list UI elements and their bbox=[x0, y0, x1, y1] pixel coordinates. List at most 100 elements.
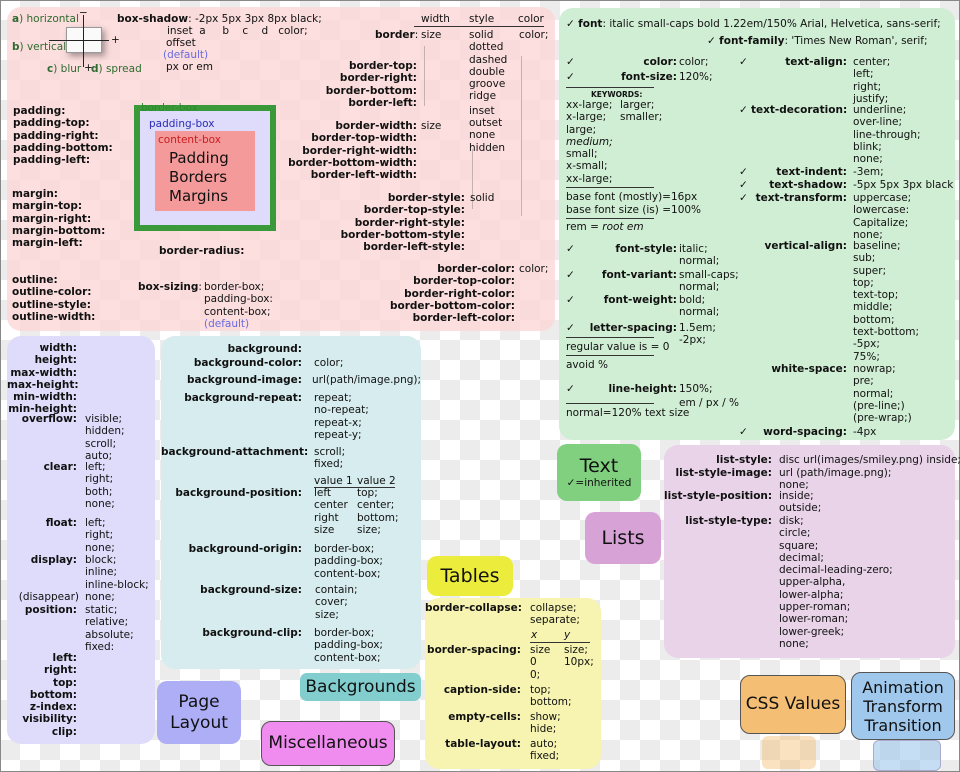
rule-4 bbox=[566, 337, 654, 338]
background-clip-label: background-clip: bbox=[202, 627, 302, 639]
background-origin-values: border-box; padding-box; content-box; bbox=[314, 543, 383, 580]
background-repeat-values: repeat; no-repeat; repeat-x; repeat-y; bbox=[314, 392, 369, 441]
text-category-tag[interactable]: Text ✓=inherited bbox=[557, 444, 641, 501]
text-transform-label: text-transform: bbox=[755, 192, 847, 204]
lists-category-tag[interactable]: Lists bbox=[585, 512, 661, 564]
caption-side-label: caption-side: bbox=[443, 684, 521, 696]
white-space-values: nowrap; pre; normal; (pre-line;) (pre-wrap;) bbox=[853, 363, 912, 425]
clear-values: left; right; both; none; bbox=[85, 461, 115, 510]
color-label: color: bbox=[643, 56, 677, 68]
color-value: color; bbox=[679, 56, 709, 68]
background-attachment-label: background-attachment: bbox=[161, 446, 308, 458]
letter-spacing-check: ✓ bbox=[566, 322, 575, 334]
rule-5 bbox=[566, 355, 654, 356]
border-spacing-label: border-spacing: bbox=[427, 644, 521, 656]
label-horizontal: a) horizontal bbox=[12, 13, 79, 25]
box-shadow-legend: inset a b c d color; bbox=[167, 25, 308, 37]
color-check: ✓ bbox=[566, 56, 575, 68]
background-origin-label: background-origin: bbox=[188, 543, 302, 555]
text-shadow-value: -5px 5px 3px black bbox=[853, 179, 954, 191]
line-height-note: normal=120% text size bbox=[566, 407, 690, 419]
letter-spacing-label: letter-spacing: bbox=[589, 322, 677, 334]
list-style-position-values: inside; outside; bbox=[779, 490, 822, 515]
overflow-label: overflow: bbox=[21, 413, 77, 425]
border-width-size: size bbox=[421, 120, 442, 132]
border-spacing-y-values: size; 10px; bbox=[564, 644, 594, 669]
box-model-diagram: border-box padding-box content-box Paddi… bbox=[134, 102, 276, 231]
border-collapse-label: border-collapse: bbox=[425, 602, 522, 614]
line-height-label: line-height: bbox=[608, 383, 677, 395]
font-size-check: ✓ bbox=[566, 71, 575, 83]
text-transform-values: uppercase; lowercase: Capitalize; none; bbox=[853, 192, 912, 241]
content-text: Padding Borders Margins bbox=[169, 149, 229, 205]
backgrounds-category-tag[interactable]: Backgrounds bbox=[300, 673, 421, 701]
font-variant-check: ✓ bbox=[566, 269, 575, 281]
white-space-label: white-space: bbox=[771, 363, 847, 375]
border-box-label: border-box bbox=[141, 102, 198, 114]
rule-2 bbox=[566, 187, 654, 188]
border-spacing-x-values: size 0 0; bbox=[530, 644, 551, 681]
float-values: left; right; none; bbox=[85, 517, 115, 554]
position-label: position: bbox=[24, 604, 77, 616]
bg-position-header-2: value 2 bbox=[357, 475, 396, 487]
background-image-label: background-image: bbox=[186, 374, 302, 386]
empty-cells-values: show; hide; bbox=[530, 711, 561, 736]
empty-cells-label: empty-cells: bbox=[448, 711, 521, 723]
line-height-values: 150%; em / px / % bbox=[679, 383, 739, 410]
text-decoration-values: underline; over-line; line-through; blink; n… bbox=[853, 104, 921, 166]
list-style-type-values: disk; circle; square; decimal; decimal-leadi… bbox=[779, 515, 893, 650]
border-spacing-x-header: x bbox=[531, 629, 538, 641]
css-values-category-tag[interactable]: CSS Values bbox=[740, 675, 846, 734]
clear-label: clear: bbox=[43, 461, 77, 473]
animation-category-tag[interactable]: Animation Transform Transition bbox=[851, 672, 955, 740]
font-variant-label: font-variant: bbox=[601, 269, 677, 281]
border-row: border: bbox=[375, 29, 419, 41]
position-values: static; relative; absolute; fixed: bbox=[85, 604, 134, 653]
base-font-mostly: base font (mostly)=16px bbox=[566, 191, 698, 203]
plus-right: + bbox=[111, 34, 120, 46]
box-sizing-row: box-sizing: bbox=[138, 281, 202, 293]
letter-spacing-values: 1.5em; -2px; bbox=[679, 322, 716, 347]
list-style-value: disc url(images/smiley.png) inside; bbox=[779, 454, 960, 466]
border-radius-row: border-radius: bbox=[159, 245, 245, 257]
border-spacing-rule bbox=[530, 642, 590, 643]
text-indent-check: ✓ bbox=[739, 166, 748, 178]
horizontal-axis-arrow bbox=[49, 40, 109, 41]
border-header-color: color bbox=[518, 13, 544, 25]
label-blur: c) blur bbox=[47, 63, 82, 75]
bg-position-col1: left center right size bbox=[314, 487, 348, 536]
disappear-value: none; bbox=[85, 591, 115, 603]
text-align-values: center; left; right; justify; bbox=[853, 56, 891, 105]
page-layout-category-tag[interactable]: Page Layout bbox=[157, 681, 241, 744]
border-header-rule bbox=[414, 26, 544, 27]
list-style-image-values: url (path/image.png); none; bbox=[779, 467, 892, 492]
miscellaneous-category-tag[interactable]: Miscellaneous bbox=[261, 721, 395, 766]
list-style-label: list-style: bbox=[716, 454, 772, 466]
text-transform-check: ✓ bbox=[739, 192, 748, 204]
border-color-value: color; bbox=[519, 29, 549, 41]
tables-category-tag[interactable]: Tables bbox=[427, 556, 513, 596]
list-style-position-label: list-style-position: bbox=[664, 490, 773, 502]
label-spread: d) spread bbox=[91, 63, 142, 75]
offset-properties: left: right: top: bottom: z-index: visibility… bbox=[22, 652, 77, 738]
border-color-properties: border-color: border-top-color: border-r… bbox=[390, 263, 515, 325]
background-clip-values: border-box; padding-box; content-box; bbox=[314, 627, 383, 664]
border-spacing-y-header: y bbox=[564, 629, 571, 641]
border-color-color: color; bbox=[519, 263, 549, 275]
box-shadow-default: (default) bbox=[163, 49, 209, 61]
font-style-values: italic; normal; bbox=[679, 243, 720, 268]
font-size-keywords: xx-large; larger; x-large; smaller; large;… bbox=[566, 99, 663, 185]
background-position-label: background-position: bbox=[175, 487, 302, 499]
font-variant-values: small-caps; normal; bbox=[679, 269, 739, 294]
content-box-label: content-box bbox=[158, 134, 221, 146]
border-collapse-values: collapse; separate; bbox=[530, 602, 580, 627]
box-sizing-values: border-box; padding-box: content-box; (d… bbox=[204, 281, 273, 330]
label-vertical: b) vertical bbox=[12, 41, 67, 53]
inherited-legend: ✓=inherited bbox=[566, 477, 632, 489]
border-header-style: style bbox=[469, 13, 495, 25]
word-spacing-label: word-spacing: bbox=[763, 426, 847, 438]
font-family-row: ✓ font-family: 'Times New Roman', serif; bbox=[707, 35, 928, 47]
background-attachment-values: scroll; fixed; bbox=[314, 446, 346, 471]
background-color-label: background-color: bbox=[193, 357, 302, 369]
vertical-axis-arrow bbox=[83, 15, 84, 67]
